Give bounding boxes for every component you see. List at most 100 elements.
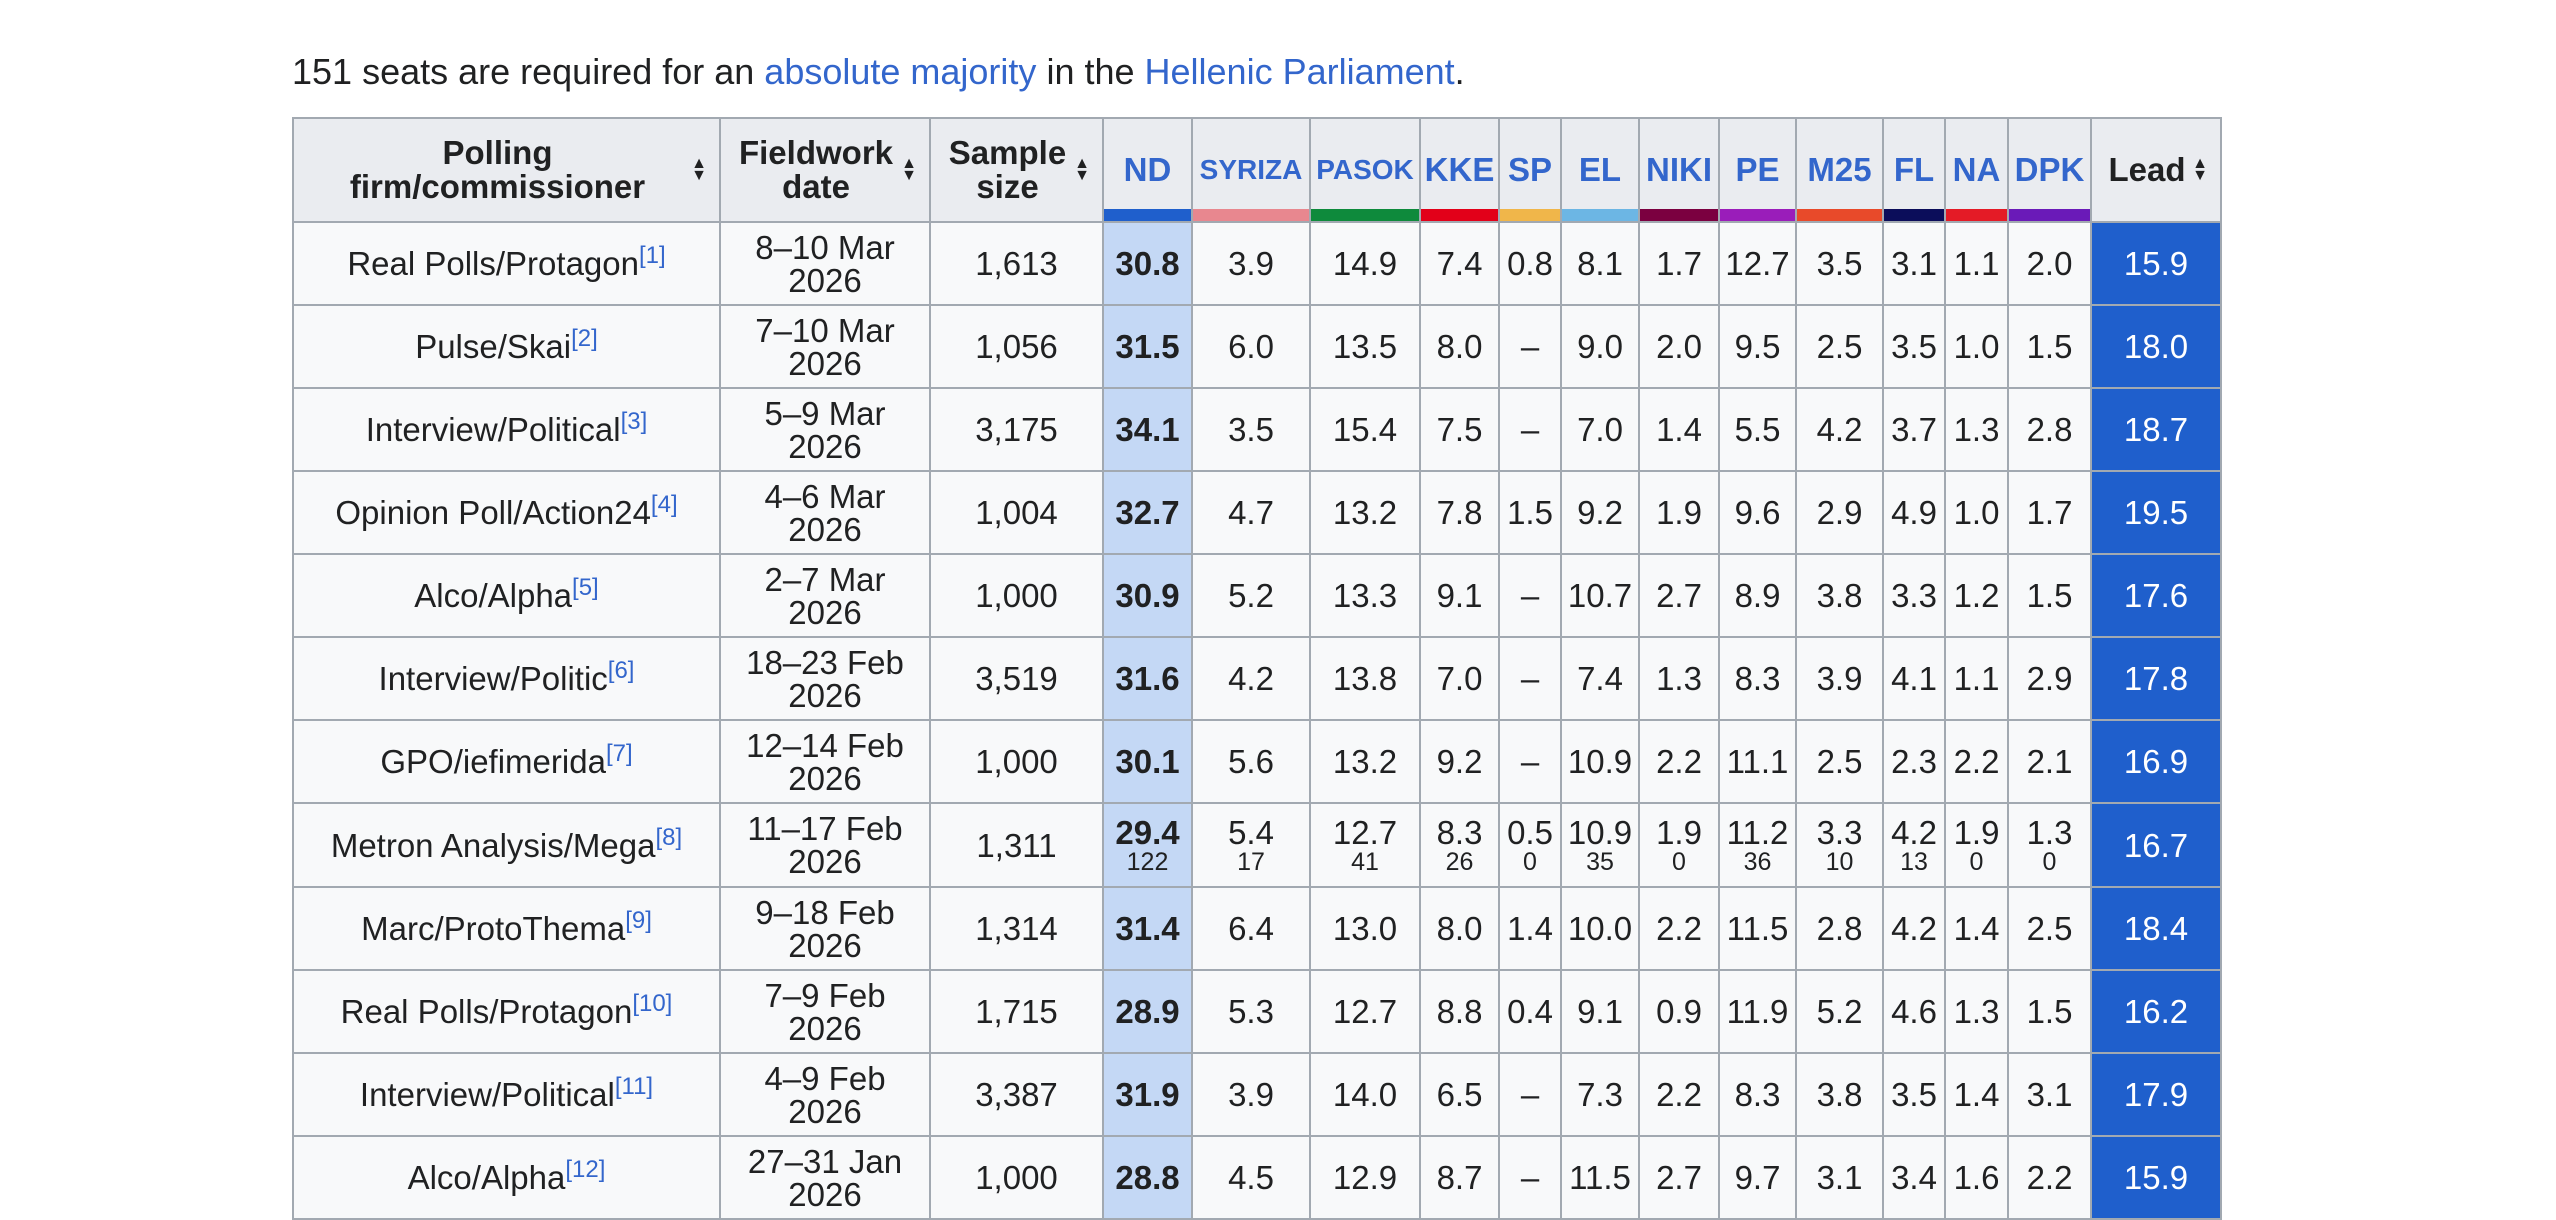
header-party-pasok[interactable]: PASOK bbox=[1309, 117, 1421, 223]
vote-share: 12.7 bbox=[1332, 993, 1398, 1030]
party-link-sp[interactable]: SP bbox=[1508, 151, 1552, 188]
vote-share: 8.1 bbox=[1577, 245, 1623, 282]
party-link-pe[interactable]: PE bbox=[1735, 151, 1779, 188]
polling-firm-name: Marc/ProtoThema bbox=[361, 910, 626, 947]
cell-fieldwork-date: 11–17 Feb 2026 bbox=[719, 802, 931, 888]
vote-share: 1.4 bbox=[1953, 910, 2000, 947]
header-lead[interactable]: Lead ▲ ▼ bbox=[2090, 117, 2222, 223]
header-party-sp[interactable]: SP bbox=[1498, 117, 1562, 223]
cell-pe: 9.7 bbox=[1718, 1135, 1797, 1220]
cell-fl: 3.3 bbox=[1882, 553, 1946, 638]
header-party-fl[interactable]: FL bbox=[1882, 117, 1946, 223]
vote-share: 9.5 bbox=[1734, 328, 1781, 365]
reference-link[interactable]: [11] bbox=[615, 1073, 653, 1100]
reference-link[interactable]: [7] bbox=[606, 740, 633, 767]
vote-share: 4.7 bbox=[1228, 494, 1274, 531]
table-row: Interview/Political[11] 4–9 Feb 2026 3,387… bbox=[292, 1052, 2222, 1137]
cell-polling-firm: Interview/Politic[6] bbox=[292, 636, 721, 721]
vote-share: 12.9 bbox=[1332, 1159, 1398, 1196]
header-party-kke[interactable]: KKE bbox=[1419, 117, 1500, 223]
cell-fieldwork-date: 5–9 Mar 2026 bbox=[719, 387, 931, 472]
reference-link[interactable]: [1] bbox=[639, 242, 666, 269]
cell-na: 1.1 bbox=[1944, 221, 2009, 306]
absolute-majority-link[interactable]: absolute majority bbox=[764, 51, 1036, 92]
header-party-pe[interactable]: PE bbox=[1718, 117, 1797, 223]
vote-share: 14.9 bbox=[1332, 245, 1398, 282]
polling-firm-name: Real Polls/Protagon bbox=[340, 993, 633, 1030]
cell-syriza: 3.9 bbox=[1191, 1052, 1311, 1137]
cell-fieldwork-date: 4–6 Mar 2026 bbox=[719, 470, 931, 555]
header-party-dpk[interactable]: DPK bbox=[2007, 117, 2092, 223]
cell-na: 2.2 bbox=[1944, 719, 2009, 804]
party-link-syriza[interactable]: SYRIZA bbox=[1200, 154, 1303, 185]
party-link-kke[interactable]: KKE bbox=[1425, 151, 1495, 188]
party-link-pasok[interactable]: PASOK bbox=[1316, 154, 1414, 185]
reference-link[interactable]: [4] bbox=[651, 491, 678, 518]
cell-na: 1.4 bbox=[1944, 886, 2009, 971]
reference-link[interactable]: [5] bbox=[572, 574, 599, 601]
cell-pasok: 14.9 bbox=[1309, 221, 1421, 306]
cell-pe: 8.9 bbox=[1718, 553, 1797, 638]
vote-share: 2.0 bbox=[1656, 328, 1702, 365]
table-row: Alco/Alpha[5] 2–7 Mar 2026 1,000 30.9 5.2 13.… bbox=[292, 553, 2222, 638]
vote-share: 3.9 bbox=[1228, 245, 1274, 282]
party-link-niki[interactable]: NIKI bbox=[1646, 151, 1712, 188]
vote-share: 8.3 bbox=[1734, 1076, 1781, 1113]
vote-share: 10.7 bbox=[1567, 577, 1633, 614]
reference-link[interactable]: [9] bbox=[625, 907, 652, 934]
header-party-na[interactable]: NA bbox=[1944, 117, 2009, 223]
vote-share: 8.3 bbox=[1436, 813, 1483, 851]
cell-niki: 1.9 0 bbox=[1638, 802, 1720, 888]
cell-sample-size: 3,519 bbox=[929, 636, 1104, 721]
party-link-m25[interactable]: M25 bbox=[1807, 151, 1871, 188]
sort-icon[interactable]: ▲ ▼ bbox=[2192, 156, 2208, 184]
cell-fieldwork-date: 27–31 Jan 2026 bbox=[719, 1135, 931, 1220]
cell-na: 1.9 0 bbox=[1944, 802, 2009, 888]
party-link-dpk[interactable]: DPK bbox=[2015, 151, 2085, 188]
reference-link[interactable]: [2] bbox=[571, 325, 598, 352]
vote-share: 31.9 bbox=[1115, 1076, 1180, 1113]
cell-pe: 12.7 bbox=[1718, 221, 1797, 306]
sort-icon[interactable]: ▲ ▼ bbox=[1074, 156, 1090, 184]
header-polling-firm[interactable]: Polling firm/commissioner ▲ ▼ bbox=[292, 117, 721, 223]
reference-link[interactable]: [10] bbox=[632, 990, 672, 1017]
vote-share: 3.5 bbox=[1891, 1076, 1937, 1113]
header-party-syriza[interactable]: SYRIZA bbox=[1191, 117, 1311, 223]
party-link-fl[interactable]: FL bbox=[1894, 151, 1934, 188]
party-link-nd[interactable]: ND bbox=[1124, 151, 1172, 188]
vote-share: 2.5 bbox=[2026, 910, 2073, 947]
cell-sp: – bbox=[1498, 636, 1562, 721]
cell-na: 1.2 bbox=[1944, 553, 2009, 638]
sort-icon[interactable]: ▲ ▼ bbox=[901, 156, 917, 184]
cell-lead: 16.2 bbox=[2090, 969, 2222, 1054]
party-color-bar bbox=[1193, 209, 1309, 221]
cell-na: 1.1 bbox=[1944, 636, 2009, 721]
sort-icon[interactable]: ▲ ▼ bbox=[691, 156, 707, 184]
party-link-na[interactable]: NA bbox=[1953, 151, 2001, 188]
cell-dpk: 1.3 0 bbox=[2007, 802, 2092, 888]
header-fieldwork-date[interactable]: Fieldwork date ▲ ▼ bbox=[719, 117, 931, 223]
cell-el: 9.0 bbox=[1560, 304, 1640, 389]
header-party-niki[interactable]: NIKI bbox=[1638, 117, 1720, 223]
reference-link[interactable]: [3] bbox=[621, 408, 648, 435]
cell-nd: 31.5 bbox=[1102, 304, 1193, 389]
vote-share: 3.5 bbox=[1891, 328, 1937, 365]
header-sample-size[interactable]: Sample size ▲ ▼ bbox=[929, 117, 1104, 223]
cell-pe: 11.5 bbox=[1718, 886, 1797, 971]
table-row: Metron Analysis/Mega[8] 11–17 Feb 2026 1,3… bbox=[292, 802, 2222, 888]
reference-link[interactable]: [8] bbox=[655, 824, 682, 851]
hellenic-parliament-link[interactable]: Hellenic Parliament bbox=[1145, 51, 1455, 92]
cell-dpk: 2.0 bbox=[2007, 221, 2092, 306]
vote-share: 9.7 bbox=[1734, 1159, 1781, 1196]
vote-share: 3.4 bbox=[1891, 1159, 1937, 1196]
header-party-m25[interactable]: M25 bbox=[1795, 117, 1884, 223]
cell-fieldwork-date: 12–14 Feb 2026 bbox=[719, 719, 931, 804]
reference-link[interactable]: [6] bbox=[608, 657, 635, 684]
cell-sample-size: 1,000 bbox=[929, 719, 1104, 804]
header-party-el[interactable]: EL bbox=[1560, 117, 1640, 223]
vote-share: 1.1 bbox=[1953, 245, 2000, 282]
header-party-nd[interactable]: ND bbox=[1102, 117, 1193, 223]
seat-projection: 17 bbox=[1237, 847, 1265, 876]
party-link-el[interactable]: EL bbox=[1579, 151, 1621, 188]
cell-kke: 8.8 bbox=[1419, 969, 1500, 1054]
